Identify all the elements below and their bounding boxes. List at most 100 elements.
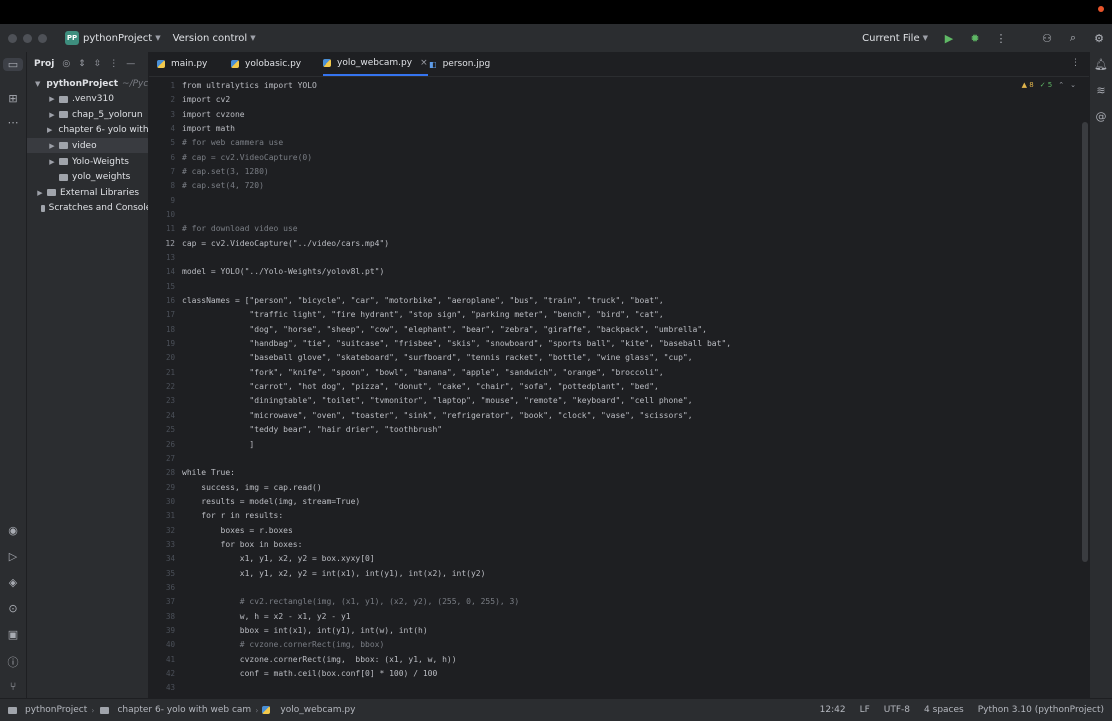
collapse-all-icon[interactable]: ⇳	[94, 59, 102, 69]
python-packages-icon[interactable]: ◉	[0, 524, 26, 537]
code-line[interactable]: "handbag", "tie", "suitcase", "frisbee",…	[182, 337, 731, 351]
code-line[interactable]: # cap.set(3, 1280)	[182, 165, 269, 179]
inspection-widget[interactable]: ▲ 8 ✓ 5 ⌃ ⌄	[1022, 81, 1076, 89]
code-line[interactable]: cvzone.cornerRect(img, bbox: (x1, y1, w,…	[182, 653, 457, 667]
settings-gear-icon[interactable]: ⚙	[1086, 32, 1112, 45]
code-line[interactable]: "fork", "knife", "spoon", "bowl", "banan…	[182, 366, 663, 380]
tree-item[interactable]: ▶ video	[27, 138, 148, 154]
code-line[interactable]: # cv2.rectangle(img, (x1, y1), (x2, y2),…	[182, 595, 519, 609]
panel-options-icon[interactable]: ⋮	[109, 59, 118, 69]
close-window-button[interactable]	[8, 33, 17, 43]
vcs-menu[interactable]: Version control	[173, 33, 248, 44]
chevron-right-icon[interactable]: ▶	[47, 142, 57, 150]
chevron-right-icon[interactable]: ▶	[47, 126, 52, 134]
code-line[interactable]: classNames = ["person", "bicycle", "car"…	[182, 294, 664, 308]
breadcrumb-item[interactable]: pythonProject	[25, 705, 87, 715]
breadcrumb-item[interactable]: chapter 6- yolo with web cam	[117, 705, 251, 715]
code-line[interactable]: x1, y1, x2, y2 = box.xyxy[0]	[182, 552, 375, 566]
code-line[interactable]: # for download video use	[182, 222, 298, 236]
python-interpreter[interactable]: Python 3.10 (pythonProject)	[978, 705, 1104, 715]
chevron-right-icon[interactable]: ▶	[47, 95, 57, 103]
code-line[interactable]: x1, y1, x2, y2 = int(x1), int(y1), int(x…	[182, 567, 486, 581]
editor-scrollbar[interactable]	[1082, 122, 1088, 562]
more-tools-icon[interactable]: ⋯	[0, 116, 26, 129]
code-line[interactable]: while True:	[182, 466, 235, 480]
code-line[interactable]: # cap.set(4, 720)	[182, 179, 264, 193]
project-switcher[interactable]: pythonProject	[83, 33, 152, 44]
maximize-window-button[interactable]	[38, 33, 47, 43]
hide-panel-icon[interactable]: —	[126, 59, 135, 69]
notifications-icon[interactable]: 🔔︎	[1090, 58, 1112, 71]
expand-all-icon[interactable]: ⇕	[78, 59, 86, 69]
editor-tab[interactable]: yolobasic.py	[231, 52, 301, 76]
code-line[interactable]: results = model(img, stream=True)	[182, 495, 360, 509]
code-line[interactable]: boxes = r.boxes	[182, 524, 293, 538]
problems-tool-icon[interactable]: ⓘ	[0, 654, 26, 670]
ai-assistant-icon[interactable]: @	[1090, 110, 1112, 123]
close-tab-icon[interactable]: ×	[420, 58, 428, 68]
more-actions-icon[interactable]: ⋮	[988, 32, 1014, 45]
tree-item[interactable]: ▼ pythonProject~/PycharmProjects/pythonPr…	[27, 76, 148, 91]
run-config-selector[interactable]: Current File	[862, 33, 919, 44]
locate-icon[interactable]: ◎	[62, 59, 70, 69]
code-line[interactable]: w, h = x2 - x1, y2 - y1	[182, 610, 351, 624]
code-line[interactable]: import cvzone	[182, 108, 245, 122]
code-line[interactable]: from ultralytics import YOLO	[182, 79, 317, 93]
code-line[interactable]: import math	[182, 122, 235, 136]
code-line[interactable]: "carrot", "hot dog", "pizza", "donut", "…	[182, 380, 658, 394]
chevron-right-icon[interactable]: ▶	[47, 158, 57, 166]
layers-tool-icon[interactable]: ◈	[0, 576, 26, 589]
code-line[interactable]: for box in boxes:	[182, 538, 303, 552]
tree-item[interactable]: ▶ .venv310	[27, 92, 148, 107]
code-line[interactable]: # for web cammera use	[182, 136, 283, 150]
line-separator[interactable]: LF	[860, 705, 870, 715]
code-line[interactable]: "baseball glove", "skateboard", "surfboa…	[182, 351, 692, 365]
indent-setting[interactable]: 4 spaces	[924, 705, 964, 715]
services-tool-icon[interactable]: ⊙	[0, 602, 26, 615]
chevron-down-icon[interactable]: ⌄	[1070, 81, 1076, 89]
project-panel-title[interactable]: Proj	[34, 59, 54, 69]
breadcrumb-item[interactable]: yolo_webcam.py	[280, 705, 355, 715]
code-line[interactable]: "microwave", "oven", "toaster", "sink", …	[182, 409, 692, 423]
code-line[interactable]: for r in results:	[182, 509, 283, 523]
editor-tab[interactable]: main.py	[157, 52, 207, 76]
code-line[interactable]: # cvzone.cornerRect(img, bbox)	[182, 638, 385, 652]
file-encoding[interactable]: UTF-8	[884, 705, 910, 715]
chevron-right-icon[interactable]: ▶	[35, 189, 45, 197]
code-line[interactable]: model = YOLO("../Yolo-Weights/yolov8l.pt…	[182, 265, 384, 279]
chevron-up-icon[interactable]: ⌃	[1058, 81, 1064, 89]
minimize-window-button[interactable]	[23, 33, 32, 43]
editor-tab[interactable]: yolo_webcam.py ×	[323, 52, 428, 76]
debug-icon[interactable]: ✹	[962, 32, 988, 45]
code-line[interactable]: "dog", "horse", "sheep", "cow", "elephan…	[182, 323, 707, 337]
code-line[interactable]: "teddy bear", "hair drier", "toothbrush"	[182, 423, 442, 437]
tree-item[interactable]: ▶ chapter 6- yolo with web cam	[27, 123, 148, 138]
terminal-tool-icon[interactable]: ▣	[0, 628, 26, 641]
caret-position[interactable]: 12:42	[820, 705, 846, 715]
code-line[interactable]: success, img = cap.read()	[182, 481, 321, 495]
code-line[interactable]: "diningtable", "toilet", "tvmonitor", "l…	[182, 394, 692, 408]
git-tool-icon[interactable]: ⑂	[0, 680, 26, 693]
run-tool-icon[interactable]: ▷	[0, 550, 26, 563]
tree-item[interactable]: ▶ Yolo-Weights	[27, 154, 148, 169]
project-tool-icon[interactable]: ▭	[3, 58, 23, 71]
chevron-right-icon[interactable]: ▶	[47, 111, 57, 119]
editor-tab[interactable]: ◧ person.jpg	[429, 52, 490, 76]
structure-tool-icon[interactable]: ⊞	[0, 92, 26, 105]
account-icon[interactable]: ⚇	[1034, 32, 1060, 45]
tree-item[interactable]: ▶ chap_5_yolorun	[27, 107, 148, 122]
code-line[interactable]: # cap = cv2.VideoCapture(0)	[182, 151, 312, 165]
code-line[interactable]: import cv2	[182, 93, 230, 107]
tree-item[interactable]: yolo_weights	[27, 170, 148, 185]
code-line[interactable]: cap = cv2.VideoCapture("../video/cars.mp…	[182, 237, 389, 251]
code-line[interactable]: ]	[182, 438, 254, 452]
code-editor[interactable]: ▲ 8 ✓ 5 ⌃ ⌄ 1 2 3 4 5 6 7 8 9 10 11 12 13 14 15 16 17 18 1…	[149, 77, 1090, 698]
search-icon[interactable]: ⌕	[1060, 31, 1086, 45]
tab-options-icon[interactable]: ⋮	[1071, 58, 1080, 68]
code-line[interactable]: bbox = int(x1), int(y1), int(w), int(h)	[182, 624, 428, 638]
code-line[interactable]: conf = math.ceil(box.conf[0] * 100) / 10…	[182, 667, 437, 681]
chevron-down-icon[interactable]: ▼	[35, 80, 40, 88]
tree-item[interactable]: ▶ External Libraries	[27, 185, 148, 200]
tree-item[interactable]: Scratches and Consoles	[27, 201, 148, 216]
run-icon[interactable]: ▶	[936, 32, 962, 45]
